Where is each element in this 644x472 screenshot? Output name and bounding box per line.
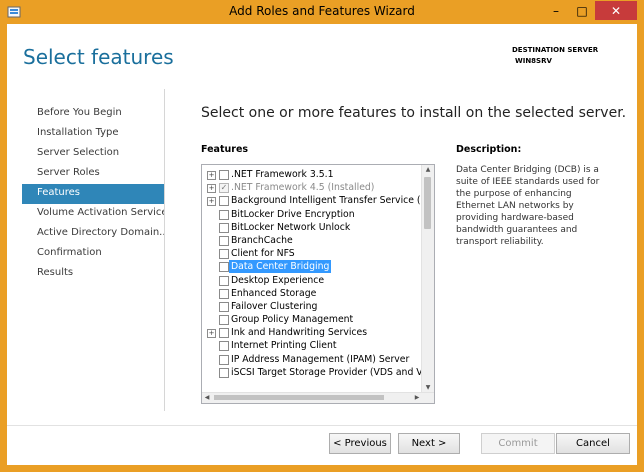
nav-item-server-roles[interactable]: Server Roles	[22, 164, 164, 184]
expand-icon[interactable]: +	[207, 171, 216, 180]
feature-checkbox[interactable]	[219, 275, 229, 286]
feature-label: BitLocker Network Unlock	[231, 221, 351, 233]
feature-label: Group Policy Management	[231, 314, 354, 326]
nav-item-volume-activation-services[interactable]: Volume Activation Services	[22, 204, 164, 224]
feature-label: Background Intelligent Transfer Service …	[231, 195, 435, 207]
wizard-body: Select features DESTINATION SERVER WIN8S…	[7, 24, 637, 465]
features-list: + .NET Framework 3.5.1 + ✓ .NET Framewor…	[202, 168, 434, 379]
feature-checkbox[interactable]	[219, 262, 229, 273]
feature-row[interactable]: + .NET Framework 3.5.1	[202, 168, 424, 181]
vertical-scroll-thumb[interactable]	[424, 177, 431, 229]
title-bar[interactable]: Add Roles and Features Wizard – □ ✕	[0, 0, 644, 24]
maximize-icon: □	[576, 3, 588, 18]
feature-row[interactable]: BitLocker Network Unlock	[202, 221, 424, 234]
feature-checkbox[interactable]	[219, 209, 229, 220]
feature-checkbox[interactable]	[219, 222, 229, 233]
nav-item-features[interactable]: Features	[22, 184, 164, 204]
feature-label: Ink and Handwriting Services	[231, 327, 368, 339]
nav-item-active-directory-domain[interactable]: Active Directory Domain...	[22, 224, 164, 244]
nav-divider	[164, 89, 165, 411]
horizontal-scrollbar[interactable]: ◀ ▶	[202, 392, 434, 403]
feature-row[interactable]: Internet Printing Client	[202, 339, 424, 352]
feature-row[interactable]: iSCSI Target Storage Provider (VDS and V…	[202, 366, 434, 379]
scroll-left-icon[interactable]: ◀	[202, 393, 212, 403]
feature-row-selected[interactable]: Data Center Bridging	[202, 260, 424, 274]
feature-checkbox[interactable]	[219, 235, 229, 246]
features-tree[interactable]: + .NET Framework 3.5.1 + ✓ .NET Framewor…	[201, 164, 435, 404]
instruction-text: Select one or more features to install o…	[201, 105, 627, 121]
feature-label: Failover Clustering	[231, 300, 318, 312]
expand-icon[interactable]: +	[207, 184, 216, 194]
feature-label: .NET Framework 3.5.1	[231, 169, 334, 180]
feature-row[interactable]: + Ink and Handwriting Services	[202, 326, 424, 339]
feature-row[interactable]: BranchCache	[202, 234, 424, 247]
destination-server-name: WIN8SRV	[515, 57, 552, 65]
destination-server-info: DESTINATION SERVER WIN8SRV	[512, 45, 598, 67]
feature-label: Data Center Bridging	[229, 260, 332, 274]
feature-checkbox[interactable]: ✓	[219, 183, 229, 194]
feature-label: Enhanced Storage	[231, 287, 317, 299]
feature-row[interactable]: Failover Clustering	[202, 300, 424, 313]
feature-row[interactable]: Desktop Experience	[202, 274, 424, 287]
feature-checkbox[interactable]	[219, 328, 229, 339]
feature-label: Internet Printing Client	[231, 340, 337, 352]
nav-item-server-selection[interactable]: Server Selection	[22, 144, 164, 164]
expand-icon[interactable]: +	[207, 329, 216, 339]
commit-button[interactable]: Commit	[481, 433, 555, 454]
cancel-button[interactable]: Cancel	[556, 433, 630, 454]
nav-item-installation-type[interactable]: Installation Type	[22, 124, 164, 144]
scroll-right-icon[interactable]: ▶	[412, 393, 422, 403]
description-text: Data Center Bridging (DCB) is a suite of…	[456, 165, 600, 247]
feature-label: BranchCache	[231, 234, 293, 246]
nav-item-before-you-begin[interactable]: Before You Begin	[22, 104, 164, 124]
feature-label: IP Address Management (IPAM) Server	[231, 353, 410, 365]
minimize-icon: –	[553, 3, 559, 18]
feature-checkbox[interactable]	[219, 170, 229, 180]
next-button[interactable]: Next >	[398, 433, 460, 454]
feature-checkbox[interactable]	[219, 367, 229, 378]
feature-checkbox[interactable]	[219, 288, 229, 299]
close-button[interactable]: ✕	[595, 1, 637, 20]
maximize-button[interactable]: □	[570, 1, 594, 20]
footer-divider	[7, 425, 637, 426]
features-heading: Features	[201, 144, 249, 155]
feature-label: .NET Framework 4.5 (Installed)	[231, 182, 375, 194]
expand-icon[interactable]: +	[207, 197, 216, 207]
feature-checkbox[interactable]	[219, 341, 229, 352]
destination-server-label: DESTINATION SERVER	[512, 46, 599, 54]
nav-item-results[interactable]: Results	[22, 264, 164, 284]
feature-row[interactable]: + ✓ .NET Framework 4.5 (Installed)	[202, 181, 424, 194]
previous-button[interactable]: < Previous	[329, 433, 391, 454]
feature-checkbox[interactable]	[219, 249, 229, 260]
close-icon: ✕	[610, 3, 622, 18]
scroll-up-icon[interactable]: ▲	[422, 165, 434, 175]
feature-label: BitLocker Drive Encryption	[231, 208, 355, 220]
feature-row[interactable]: IP Address Management (IPAM) Server	[202, 353, 424, 366]
page-title: Select features	[23, 45, 174, 69]
feature-row[interactable]: Group Policy Management	[202, 313, 424, 326]
minimize-button[interactable]: –	[544, 1, 568, 20]
description-heading: Description:	[456, 144, 522, 155]
feature-checkbox[interactable]	[219, 315, 229, 326]
feature-row[interactable]: Enhanced Storage	[202, 287, 424, 300]
horizontal-scroll-thumb[interactable]	[214, 395, 384, 400]
feature-label: iSCSI Target Storage Provider (VDS and V…	[231, 366, 435, 378]
feature-row[interactable]: Client for NFS	[202, 247, 424, 260]
feature-checkbox[interactable]	[219, 301, 229, 312]
vertical-scrollbar[interactable]: ▲ ▼	[421, 165, 434, 393]
feature-checkbox[interactable]	[219, 196, 229, 207]
nav-item-confirmation[interactable]: Confirmation	[22, 244, 164, 264]
feature-row[interactable]: + Background Intelligent Transfer Servic…	[202, 194, 434, 207]
feature-label: Client for NFS	[231, 248, 295, 260]
feature-checkbox[interactable]	[219, 354, 229, 365]
wizard-nav: Before You Begin Installation Type Serve…	[22, 104, 164, 284]
feature-row[interactable]: BitLocker Drive Encryption	[202, 208, 424, 221]
feature-label: Desktop Experience	[231, 274, 325, 286]
